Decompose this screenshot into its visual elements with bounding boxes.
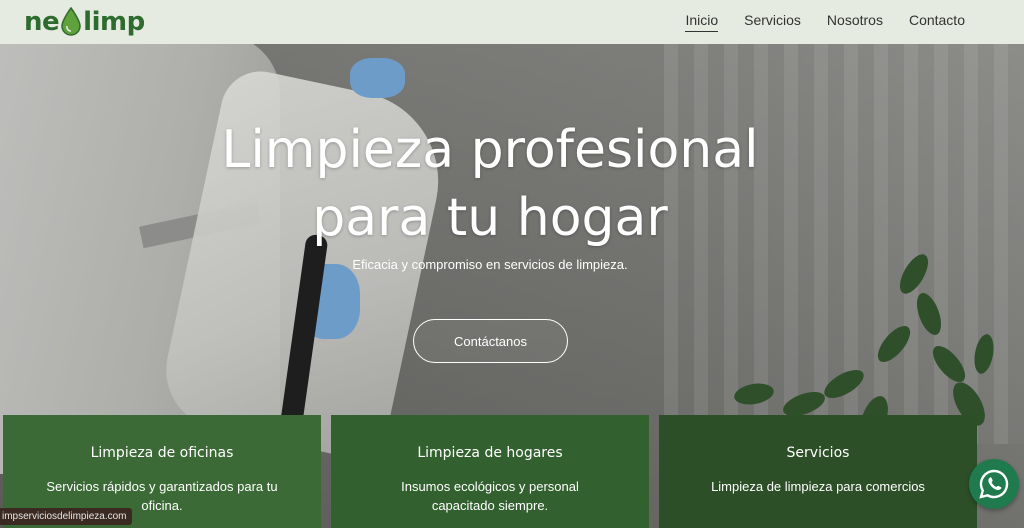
card-title: Limpieza de hogares [417,445,563,461]
hero-subtitle: Eficacia y compromiso en servicios de li… [352,257,628,272]
whatsapp-button[interactable] [969,459,1019,509]
card-title: Servicios [786,445,850,461]
logo-text-left: ne [24,7,60,37]
card-services[interactable]: Servicios Limpieza de limpieza para come… [659,415,977,528]
status-bar-url: impserviciosdelimpieza.com [0,508,133,525]
hero-glove-top [350,58,405,98]
card-text: Limpieza de limpieza para comercios [711,479,925,494]
site-header: ne limp Inicio Servicios Nosotros Contac… [0,0,1024,44]
card-title: Limpieza de oficinas [90,445,234,461]
drop-icon [60,6,82,37]
main-nav: Inicio Servicios Nosotros Contacto [685,12,965,32]
logo-text-right: limp [83,7,145,37]
hero-title-line2: para tu hogar [312,188,668,248]
hero-title: Limpieza profesional para tu hogar [0,116,980,252]
nav-item-nosotros[interactable]: Nosotros [827,12,883,32]
card-text: Insumos ecológicos y personal capacitado… [401,479,579,513]
nav-item-inicio[interactable]: Inicio [685,12,719,32]
whatsapp-icon [979,469,1009,499]
nav-item-servicios[interactable]: Servicios [744,12,801,32]
logo[interactable]: ne limp [24,6,145,37]
hero-title-line1: Limpieza profesional [221,120,759,180]
contact-cta-button[interactable]: Contáctanos [413,319,568,363]
card-home-cleaning[interactable]: Limpieza de hogares Insumos ecológicos y… [331,415,649,528]
service-cards: Limpieza de oficinas Servicios rápidos y… [3,415,1003,528]
nav-item-contacto[interactable]: Contacto [909,12,965,32]
